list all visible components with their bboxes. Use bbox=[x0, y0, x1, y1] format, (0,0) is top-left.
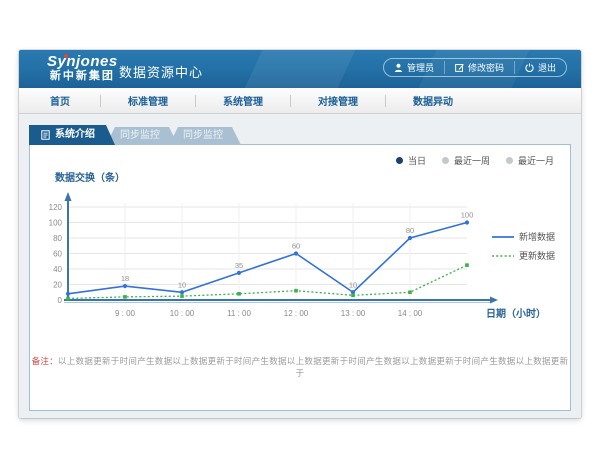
x-tick-label: 11 : 00 bbox=[227, 309, 251, 318]
data-label: 80 bbox=[406, 226, 414, 235]
current-user-label: 管理员 bbox=[407, 61, 434, 74]
data-point bbox=[351, 294, 355, 298]
radio-today[interactable]: 当日 bbox=[396, 154, 426, 167]
footer-note-text: 以上数据更新于时间产生数据以上数据更新于时间产生数据以上数据更新于时间产生数据以… bbox=[58, 356, 568, 378]
data-label: 100 bbox=[461, 211, 474, 220]
y-tick-label: 0 bbox=[58, 296, 63, 305]
y-tick-label: 40 bbox=[53, 265, 62, 274]
edit-icon bbox=[455, 63, 464, 72]
x-tick-label: 9 : 00 bbox=[115, 309, 136, 318]
nav-item-standard-mgmt[interactable]: 标准管理 bbox=[108, 93, 188, 108]
radio-label: 最近一月 bbox=[518, 154, 554, 167]
y-tick-label: 20 bbox=[53, 281, 62, 290]
main-nav: 首页 标准管理 系统管理 对接管理 数据异动 bbox=[19, 88, 581, 114]
y-axis-arrow-icon bbox=[65, 192, 72, 201]
logout-button[interactable]: 退出 bbox=[514, 61, 566, 74]
data-point bbox=[123, 295, 127, 299]
line-chart[interactable]: 数据交换（条） 0 20 40 60 80 100 120 9 : 00 10 : 00 11 : … bbox=[38, 165, 568, 327]
data-label: 60 bbox=[292, 242, 300, 251]
radio-last-week[interactable]: 最近一周 bbox=[442, 154, 490, 167]
nav-item-interface-mgmt[interactable]: 对接管理 bbox=[298, 93, 378, 108]
time-range-filters: 当日 最近一周 最近一月 bbox=[396, 154, 554, 167]
legend-label: 新增数据 bbox=[519, 231, 555, 242]
tab-bar: 系统介绍 同步监控 同步监控 bbox=[29, 125, 241, 145]
tab-system-intro[interactable]: 系统介绍 bbox=[29, 125, 115, 145]
data-label: 10 bbox=[349, 280, 357, 289]
data-point bbox=[66, 297, 70, 301]
data-point bbox=[294, 251, 298, 255]
nav-divider bbox=[385, 95, 386, 107]
data-point bbox=[180, 294, 184, 298]
x-tick-label: 12 : 00 bbox=[284, 309, 309, 318]
panel-card: 当日 最近一周 最近一月 数据交换（条） 0 20 40 60 80 100 120 9 : 0… bbox=[29, 144, 571, 411]
change-password-button[interactable]: 修改密码 bbox=[444, 61, 514, 74]
y-tick-label: 100 bbox=[49, 219, 63, 228]
data-point bbox=[180, 290, 184, 294]
y-tick-label: 80 bbox=[53, 234, 62, 243]
data-point bbox=[294, 289, 298, 293]
x-axis-title: 日期（小时） bbox=[486, 307, 546, 320]
x-tick-label: 10 : 00 bbox=[170, 309, 195, 318]
y-axis-title: 数据交换（条） bbox=[55, 171, 125, 184]
nav-divider bbox=[290, 95, 291, 107]
data-point bbox=[465, 263, 469, 267]
radio-dot-icon bbox=[506, 157, 513, 164]
nav-divider bbox=[195, 95, 196, 107]
y-tick-label: 60 bbox=[53, 250, 62, 259]
x-axis-arrow-icon bbox=[490, 297, 498, 304]
header: Synjones 新中新集团 数据资源中心 管理员 修改密码 bbox=[19, 50, 581, 88]
radio-label: 当日 bbox=[408, 154, 426, 167]
brand-logo-text: Synjones bbox=[47, 53, 118, 70]
x-tick-label: 13 : 00 bbox=[341, 309, 366, 318]
tab-sync-monitor-1[interactable]: 同步监控 bbox=[106, 127, 178, 145]
data-point bbox=[123, 284, 127, 288]
data-point bbox=[408, 290, 412, 294]
radio-label: 最近一周 bbox=[454, 154, 490, 167]
user-icon bbox=[394, 63, 403, 72]
nav-divider bbox=[100, 95, 101, 107]
logout-label: 退出 bbox=[538, 61, 556, 74]
content-area: 系统介绍 同步监控 同步监控 当日 最近一周 最近一月 bbox=[19, 114, 581, 417]
power-icon bbox=[525, 63, 534, 72]
brand-logo-red-dot-icon bbox=[64, 54, 68, 58]
radio-dot-icon bbox=[396, 157, 403, 164]
data-point bbox=[237, 292, 241, 296]
nav-item-home[interactable]: 首页 bbox=[27, 93, 93, 108]
nav-item-data-change[interactable]: 数据异动 bbox=[393, 93, 473, 108]
page-title: 数据资源中心 bbox=[119, 62, 203, 81]
data-label: 18 bbox=[121, 274, 129, 283]
footer-note: 备注：以上数据更新于时间产生数据以上数据更新于时间产生数据以上数据更新于时间产生… bbox=[30, 355, 570, 379]
app-window: Synjones 新中新集团 数据资源中心 管理员 修改密码 bbox=[19, 50, 581, 418]
data-label: 10 bbox=[178, 280, 186, 289]
tab-label: 系统介绍 bbox=[55, 125, 95, 145]
data-label: 35 bbox=[235, 261, 243, 270]
x-tick-label: 14 : 00 bbox=[398, 309, 423, 318]
change-password-label: 修改密码 bbox=[468, 61, 504, 74]
document-icon bbox=[41, 130, 50, 140]
data-point bbox=[66, 292, 70, 296]
nav-item-system-mgmt[interactable]: 系统管理 bbox=[203, 93, 283, 108]
current-user[interactable]: 管理员 bbox=[384, 61, 444, 74]
tab-sync-monitor-2[interactable]: 同步监控 bbox=[169, 127, 241, 145]
brand-logo: Synjones 新中新集团 bbox=[47, 53, 118, 83]
chart-container: 数据交换（条） 0 20 40 60 80 100 120 9 : 00 10 : 00 11 : … bbox=[38, 165, 568, 332]
data-point bbox=[237, 271, 241, 275]
y-tick-label: 120 bbox=[49, 203, 63, 212]
user-toolbar: 管理员 修改密码 退出 bbox=[383, 58, 567, 77]
legend-label: 更新数据 bbox=[519, 250, 555, 261]
data-point bbox=[408, 236, 412, 240]
brand-company-name: 新中新集团 bbox=[47, 70, 118, 83]
footer-note-label: 备注： bbox=[32, 356, 58, 366]
radio-last-month[interactable]: 最近一月 bbox=[506, 154, 554, 167]
data-point bbox=[465, 220, 469, 224]
radio-dot-icon bbox=[442, 157, 449, 164]
